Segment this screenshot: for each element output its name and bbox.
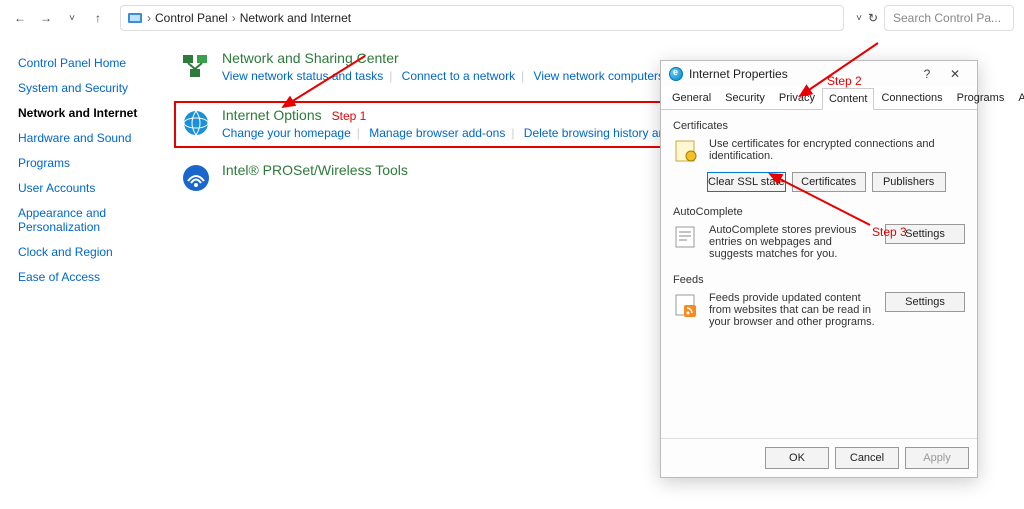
sidebar-item-users[interactable]: User Accounts (18, 181, 152, 195)
ie-icon (669, 67, 683, 81)
autocomplete-settings-button[interactable]: Settings (885, 224, 965, 244)
control-panel-icon (127, 10, 143, 26)
link-change-homepage[interactable]: Change your homepage (222, 126, 351, 140)
sidebar-item-ease[interactable]: Ease of Access (18, 270, 152, 284)
sidebar-item-appearance[interactable]: Appearance and Personalization (18, 206, 152, 234)
network-sharing-icon (180, 50, 212, 82)
intel-wireless-title[interactable]: Intel® PROSet/Wireless Tools (222, 162, 408, 178)
link-manage-addons[interactable]: Manage browser add-ons (369, 126, 505, 140)
autocomplete-icon (673, 224, 701, 252)
feeds-desc: Feeds provide updated content from websi… (709, 292, 877, 328)
clear-ssl-button[interactable]: Clear SSL state (707, 172, 786, 192)
breadcrumb-root[interactable]: Control Panel (155, 11, 228, 25)
search-input[interactable]: Search Control Pa... (884, 5, 1014, 31)
cancel-button[interactable]: Cancel (835, 447, 899, 469)
ok-button[interactable]: OK (765, 447, 829, 469)
autocomplete-label: AutoComplete (673, 206, 965, 218)
internet-options-icon (180, 107, 212, 139)
sidebar-item-system[interactable]: System and Security (18, 81, 152, 95)
forward-button[interactable]: → (36, 8, 56, 28)
sidebar-item-hardware[interactable]: Hardware and Sound (18, 131, 152, 145)
certificates-label: Certificates (673, 120, 965, 132)
link-connect-network[interactable]: Connect to a network (402, 69, 515, 83)
tab-privacy[interactable]: Privacy (772, 87, 822, 109)
refresh-icon[interactable]: ↻ (868, 11, 878, 25)
feeds-settings-button[interactable]: Settings (885, 292, 965, 312)
dialog-title: Internet Properties (689, 67, 788, 81)
sidebar-item-programs[interactable]: Programs (18, 156, 152, 170)
breadcrumb[interactable]: › Control Panel › Network and Internet (120, 5, 844, 31)
tab-content[interactable]: Content (822, 88, 875, 110)
publishers-button[interactable]: Publishers (872, 172, 946, 192)
internet-options-title[interactable]: Internet Options (222, 107, 322, 123)
sidebar-item-clock[interactable]: Clock and Region (18, 245, 152, 259)
recent-down[interactable]: ˅ (62, 8, 82, 28)
certificate-icon (673, 138, 701, 166)
help-button[interactable]: ? (913, 67, 941, 81)
sidebar-home[interactable]: Control Panel Home (18, 56, 152, 70)
tab-programs[interactable]: Programs (950, 87, 1012, 109)
certificates-desc: Use certificates for encrypted connectio… (709, 138, 965, 166)
feeds-label: Feeds (673, 274, 965, 286)
feeds-icon (673, 292, 701, 320)
network-sharing-title[interactable]: Network and Sharing Center (222, 50, 731, 66)
addr-drop-icon[interactable]: ˅ (856, 13, 862, 24)
intel-wireless-icon (180, 162, 212, 194)
breadcrumb-current[interactable]: Network and Internet (240, 11, 351, 25)
internet-properties-dialog: Internet Properties ? ✕ General Security… (660, 60, 978, 478)
apply-button[interactable]: Apply (905, 447, 969, 469)
step1-label: Step 1 (332, 109, 367, 123)
sidebar-item-network[interactable]: Network and Internet (18, 106, 152, 120)
up-button[interactable]: ↑ (88, 8, 108, 28)
certificates-button[interactable]: Certificates (792, 172, 866, 192)
search-placeholder: Search Control Pa... (893, 11, 1001, 25)
tab-general[interactable]: General (665, 87, 718, 109)
back-button[interactable]: ← (10, 8, 30, 28)
tab-security[interactable]: Security (718, 87, 772, 109)
tab-connections[interactable]: Connections (874, 87, 949, 109)
autocomplete-desc: AutoComplete stores previous entries on … (709, 224, 877, 260)
close-button[interactable]: ✕ (941, 67, 969, 81)
link-view-status[interactable]: View network status and tasks (222, 69, 383, 83)
tab-advanced[interactable]: Advanced (1011, 87, 1024, 109)
